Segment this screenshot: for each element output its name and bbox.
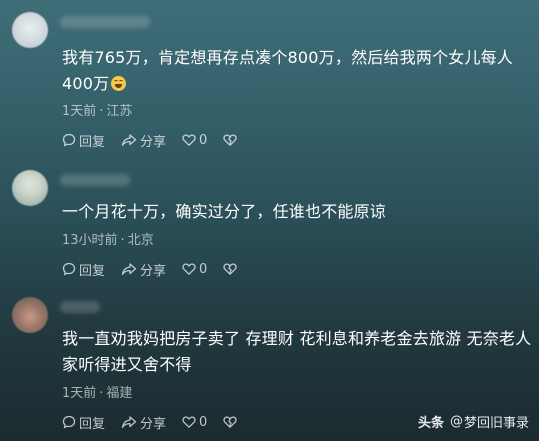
comment-text: 我一直劝我妈把房子卖了 存理财 花利息和养老金去旅游 无奈老人家听得进又舍不得 bbox=[62, 329, 532, 374]
comment-bubble-icon bbox=[62, 262, 76, 276]
reply-label: 回复 bbox=[79, 416, 106, 432]
share-arrow-icon bbox=[121, 263, 137, 275]
comment-actions: 回复 分享 0 bbox=[62, 260, 256, 279]
separator: · bbox=[120, 233, 125, 248]
comment-time: 13小时前 bbox=[62, 233, 118, 248]
username-blurred[interactable] bbox=[60, 174, 130, 186]
like-count: 0 bbox=[199, 132, 208, 148]
like-count: 0 bbox=[199, 261, 208, 277]
heart-icon bbox=[182, 134, 196, 146]
dislike-button[interactable] bbox=[223, 415, 240, 429]
share-button[interactable]: 分享 bbox=[121, 413, 166, 432]
dislike-button[interactable] bbox=[223, 262, 240, 276]
share-button[interactable]: 分享 bbox=[121, 260, 166, 279]
username-blurred[interactable] bbox=[60, 16, 150, 28]
comment-text: 我有765万，肯定想再存点凑个800万，然后给我两个女儿每人400万 bbox=[62, 48, 514, 93]
comment-bubble-icon bbox=[62, 415, 76, 429]
comment-location: 福建 bbox=[106, 386, 133, 401]
comment-location: 江苏 bbox=[106, 104, 133, 119]
like-button[interactable]: 0 bbox=[182, 262, 207, 277]
reply-button[interactable]: 回复 bbox=[62, 131, 105, 150]
avatar[interactable] bbox=[12, 297, 48, 333]
comment-actions: 回复 分享 0 bbox=[62, 413, 256, 432]
share-label: 分享 bbox=[140, 416, 167, 432]
broken-heart-icon bbox=[223, 416, 237, 428]
comment-text: 一个月花十万，确实过分了，任谁也不能原谅 bbox=[62, 202, 387, 221]
separator: · bbox=[99, 386, 104, 401]
reply-button[interactable]: 回复 bbox=[62, 413, 105, 432]
broken-heart-icon bbox=[223, 134, 237, 146]
comment-time: 1天前 bbox=[62, 104, 97, 119]
avatar[interactable] bbox=[12, 12, 48, 48]
heart-icon bbox=[182, 416, 196, 428]
reply-label: 回复 bbox=[79, 134, 106, 150]
avatar[interactable] bbox=[12, 170, 48, 206]
broken-heart-icon bbox=[223, 263, 237, 275]
comment-location: 北京 bbox=[127, 233, 154, 248]
share-arrow-icon bbox=[121, 134, 137, 146]
share-arrow-icon bbox=[121, 416, 137, 428]
separator: · bbox=[99, 104, 104, 119]
like-count: 0 bbox=[199, 414, 208, 430]
username-blurred[interactable] bbox=[60, 301, 100, 313]
dislike-button[interactable] bbox=[223, 133, 240, 147]
like-button[interactable]: 0 bbox=[182, 133, 207, 148]
comment-actions: 回复 分享 0 bbox=[62, 131, 256, 150]
at-sign-icon: @ bbox=[449, 414, 463, 429]
share-label: 分享 bbox=[140, 134, 167, 150]
laughing-tears-emoji-icon bbox=[111, 76, 127, 91]
watermark-author: 梦回旧事录 bbox=[463, 416, 529, 431]
heart-icon bbox=[182, 263, 196, 275]
reply-label: 回复 bbox=[79, 263, 106, 279]
comment-meta: 1天前 · 福建 bbox=[62, 382, 132, 401]
share-label: 分享 bbox=[140, 263, 167, 279]
comment-meta: 1天前 · 江苏 bbox=[62, 100, 132, 119]
comment-time: 1天前 bbox=[62, 386, 97, 401]
comment-bubble-icon bbox=[62, 133, 76, 147]
share-button[interactable]: 分享 bbox=[121, 131, 166, 150]
comment-meta: 13小时前 · 北京 bbox=[62, 229, 154, 248]
watermark: 头条 @ 梦回旧事录 bbox=[418, 412, 529, 431]
watermark-brand: 头条 bbox=[417, 416, 444, 431]
reply-button[interactable]: 回复 bbox=[62, 260, 105, 279]
like-button[interactable]: 0 bbox=[182, 415, 207, 430]
